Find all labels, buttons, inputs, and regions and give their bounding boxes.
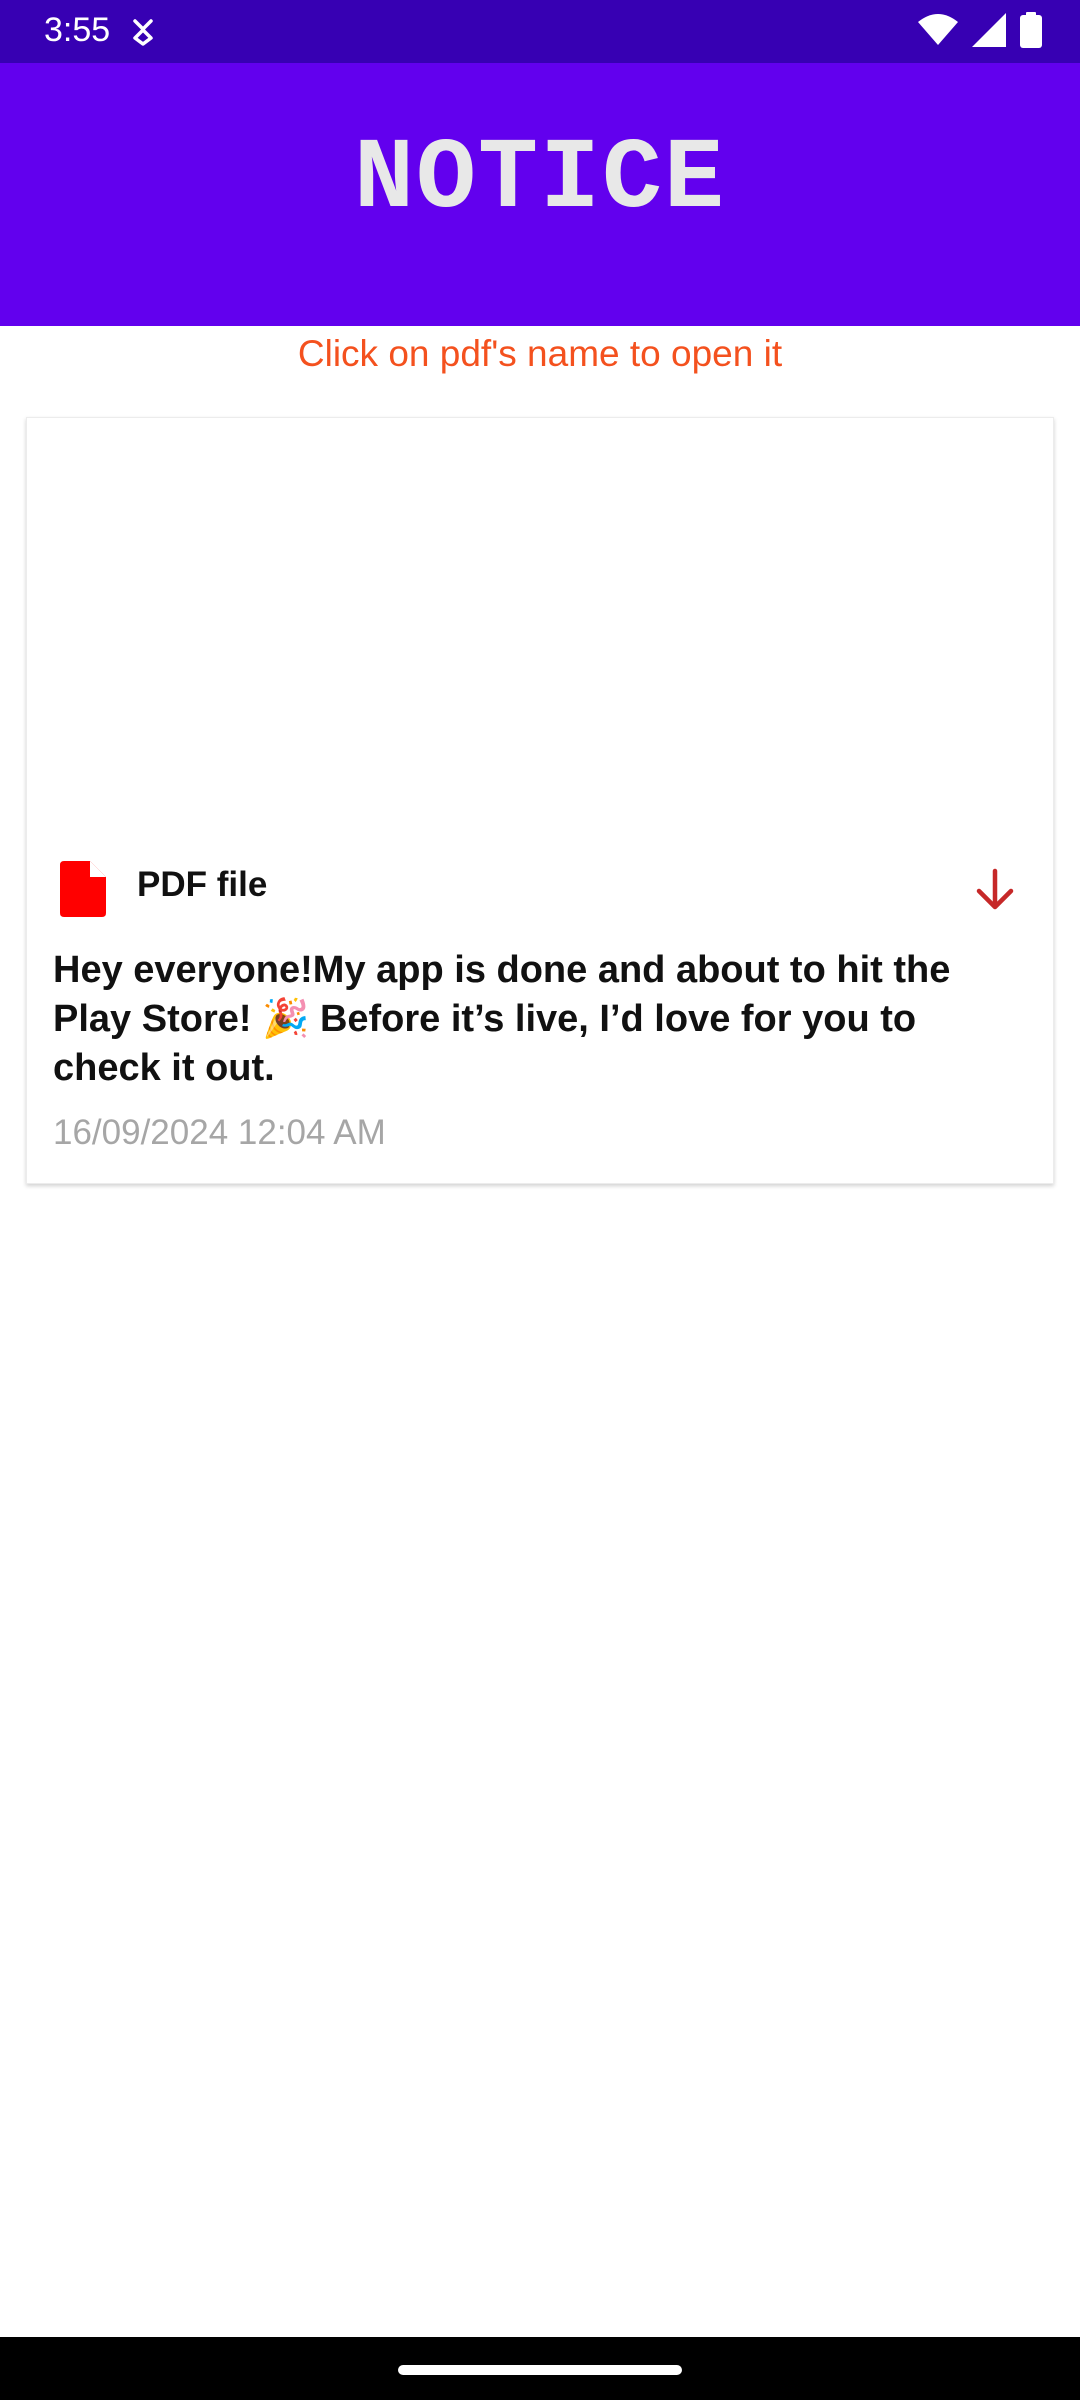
home-gesture-handle[interactable] <box>398 2365 682 2375</box>
notice-timestamp: 16/09/2024 12:04 AM <box>53 1113 386 1152</box>
status-bar: 3:55 <box>0 0 1080 63</box>
pdf-file-name-link[interactable]: PDF file <box>137 862 267 908</box>
open-pdf-hint: Click on pdf's name to open it <box>297 333 783 374</box>
navigation-bar <box>0 2337 1080 2400</box>
cellular-signal-icon <box>972 12 1006 52</box>
notice-message: Hey everyone!My app is done and about to… <box>53 949 951 1089</box>
pdf-file-icon <box>60 861 106 917</box>
pdf-preview[interactable] <box>27 418 1053 838</box>
battery-icon <box>1020 11 1042 53</box>
app-bar: NOTICE <box>0 63 1080 326</box>
download-notification-icon <box>130 17 156 47</box>
page-title: NOTICE <box>353 124 727 237</box>
notice-card: PDF file Hey everyone!My app is done and… <box>26 417 1054 1184</box>
status-time: 3:55 <box>44 11 111 49</box>
download-button[interactable] <box>967 864 1023 920</box>
wifi-icon <box>918 13 958 51</box>
arrow-down-icon <box>973 868 1017 917</box>
status-icons <box>918 11 1042 53</box>
